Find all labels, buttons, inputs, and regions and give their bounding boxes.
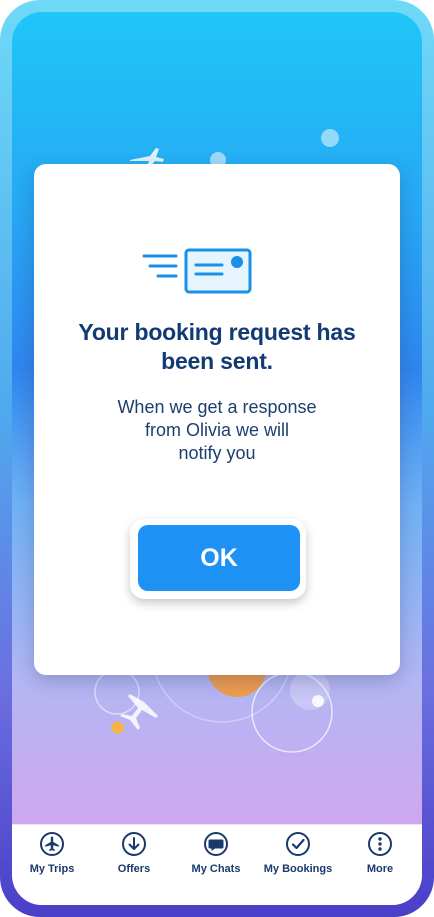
booking-confirmation-dialog: Your booking request has been sent. When… — [34, 164, 400, 675]
arrow-down-circle-icon — [122, 832, 146, 856]
dialog-title-line: Your booking request has — [78, 319, 356, 345]
dialog-message-line: notify you — [178, 443, 256, 463]
tab-label: My Trips — [29, 863, 75, 875]
tab-my-chats[interactable]: My Chats — [176, 831, 256, 891]
more-dots-icon — [368, 832, 392, 856]
tab-more[interactable]: More — [340, 831, 420, 891]
dialog-title-line: been sent. — [161, 348, 273, 374]
ok-button-frame: OK — [130, 519, 306, 599]
app-screen: Your booking request has been sent. When… — [12, 12, 422, 905]
tab-label: My Chats — [191, 863, 241, 875]
device-frame: Your booking request has been sent. When… — [0, 0, 434, 917]
ok-button[interactable]: OK — [138, 525, 300, 591]
tab-my-trips[interactable]: My Trips — [12, 831, 92, 891]
chat-bubble-icon — [204, 832, 228, 856]
tab-label: More — [366, 863, 394, 875]
tab-offers[interactable]: Offers — [94, 831, 174, 891]
bottom-tab-bar: My Trips Offers My Chats My Bookings Mor… — [12, 824, 422, 905]
tab-my-bookings[interactable]: My Bookings — [258, 831, 338, 891]
envelope-speed-icon — [142, 248, 252, 294]
dialog-title: Your booking request has been sent. — [54, 318, 380, 376]
dialog-message-line: When we get a response — [117, 397, 317, 417]
dialog-message: When we get a response from Olivia we wi… — [84, 396, 350, 465]
dialog-message-line: from Olivia we will — [144, 420, 290, 440]
tab-label: My Bookings — [263, 863, 333, 875]
checkmark-circle-icon — [286, 832, 310, 856]
airplane-icon — [40, 832, 64, 856]
tab-label: Offers — [117, 863, 151, 875]
